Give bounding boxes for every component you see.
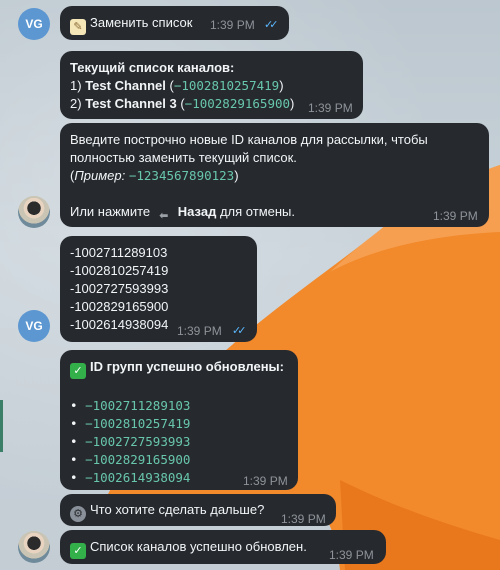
message-text: Список каналов успешно обновлен. — [90, 539, 307, 554]
message-line: полностью заменить текущий список. — [70, 150, 297, 165]
side-accent-bar — [0, 400, 3, 452]
list-item: • −1002711289103 — [70, 397, 288, 415]
group-id[interactable]: −1002711289103 — [85, 398, 190, 413]
group-id[interactable]: −1002829165900 — [85, 452, 190, 467]
message-time: 1:39 PM — [281, 512, 326, 526]
text-fragment: для отмены. — [219, 204, 295, 219]
group-id[interactable]: −1002614938094 — [85, 470, 190, 485]
channel-name: Test Channel — [85, 78, 166, 93]
id-line: -1002810257419 — [70, 263, 169, 278]
check-mark-icon: ✓ — [70, 543, 86, 559]
list-number: 1) — [70, 78, 82, 93]
id-line: -1002711289103 — [70, 245, 168, 260]
message-time: 1:39 PM — [210, 18, 255, 32]
paren-close: ) — [279, 78, 284, 93]
list-item: • −1002829165900 — [70, 451, 288, 469]
success-title-text: ID групп успешно обновлены: — [90, 359, 284, 374]
id-line: -1002829165900 — [70, 299, 169, 314]
message-line: Или нажмите ⬅ Назад для отмены. — [70, 203, 479, 224]
paren-close: ) — [234, 168, 239, 183]
list-item: • −1002727593993 — [70, 433, 288, 451]
bullet: • — [70, 416, 78, 431]
message-time: 1:39 PM — [329, 548, 374, 562]
message-bubble[interactable]: Текущий список каналов: 1) Test Channel … — [60, 51, 363, 119]
message-bubble[interactable]: ✎ Заменить список 1:39 PM ✓✓ — [60, 6, 289, 40]
message-bubble[interactable]: ⚙ Что хотите сделать дальше? 1:39 PM — [60, 494, 336, 526]
list-item: • −1002810257419 — [70, 415, 288, 433]
avatar-bot-photo[interactable] — [18, 531, 50, 563]
double-check-icon: ✓✓ — [232, 325, 247, 337]
example-id[interactable]: −1234567890123 — [129, 168, 234, 183]
list-number: 2) — [70, 96, 82, 111]
message-time: 1:39 PM — [243, 474, 288, 488]
success-title: ✓ ID групп успешно обновлены: — [70, 358, 288, 379]
list-item: 1) Test Channel (−1002810257419) — [70, 77, 353, 95]
list-title: Текущий список каналов: — [70, 60, 235, 75]
text-fragment: Или нажмите — [70, 204, 151, 219]
message-time: 1:39 PM — [308, 101, 353, 115]
back-label: Назад — [177, 204, 217, 219]
gear-icon: ⚙ — [70, 506, 86, 522]
check-mark-icon: ✓ — [70, 363, 86, 379]
message-bubble[interactable]: ✓ Список каналов успешно обновлен. 1:39 P… — [60, 530, 386, 564]
bullet: • — [70, 452, 78, 467]
bullet: • — [70, 398, 78, 413]
message-bubble[interactable]: ✓ ID групп успешно обновлены: • −10027112… — [60, 350, 298, 490]
avatar-vg[interactable]: VG — [18, 310, 50, 342]
example-label: Пример: — [74, 168, 126, 183]
message-text: Заменить список — [90, 15, 193, 30]
memo-icon: ✎ — [70, 19, 86, 35]
channel-id[interactable]: −1002810257419 — [174, 78, 279, 93]
bullet: • — [70, 470, 78, 485]
channel-id[interactable]: −1002829165900 — [185, 96, 290, 111]
avatar-vg[interactable]: VG — [18, 8, 50, 40]
message-line: Введите построчно новые ID каналов для р… — [70, 132, 428, 147]
double-check-icon: ✓✓ — [264, 19, 279, 31]
avatar-bot-photo[interactable] — [18, 196, 50, 228]
bullet: • — [70, 434, 78, 449]
channel-name: Test Channel 3 — [85, 96, 177, 111]
message-text: Что хотите сделать дальше? — [90, 502, 265, 517]
message-bubble[interactable]: Введите построчно новые ID каналов для р… — [60, 123, 489, 227]
group-id[interactable]: −1002810257419 — [85, 416, 190, 431]
back-arrow-icon: ⬅ — [159, 210, 169, 222]
group-id[interactable]: −1002727593993 — [85, 434, 190, 449]
id-line: -1002727593993 — [70, 281, 169, 296]
message-time: 1:39 PM — [177, 324, 222, 338]
message-bubble[interactable]: -1002711289103 -1002810257419 -100272759… — [60, 236, 257, 342]
paren-close: ) — [290, 96, 295, 111]
message-time: 1:39 PM — [433, 209, 478, 223]
example-line: (Пример: −1234567890123) — [70, 167, 479, 185]
